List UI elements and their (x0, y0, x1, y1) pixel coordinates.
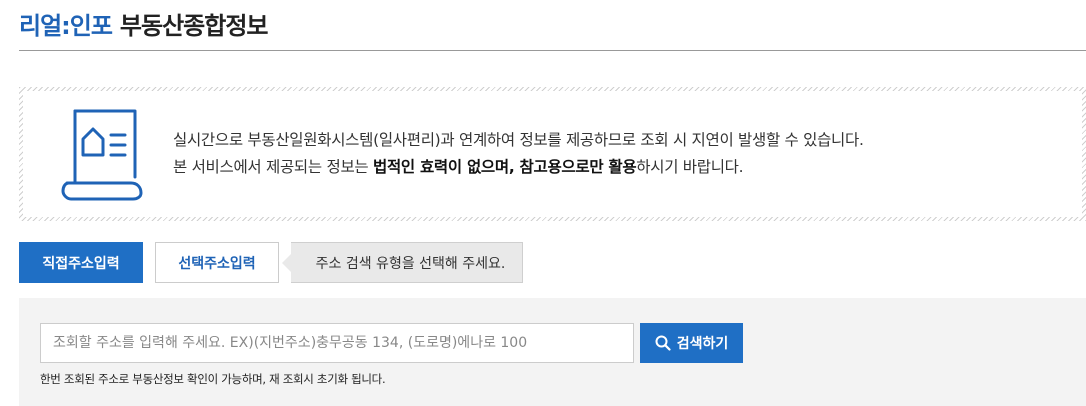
notice-line-2: 본 서비스에서 제공되는 정보는 법적인 효력이 없으며, 참고용으로만 활용하… (173, 154, 864, 181)
notice-line-1: 실시간으로 부동산일원화시스템(일사편리)과 연계하여 정보를 제공하므로 조회… (173, 131, 864, 149)
search-type-tabs: 직접주소입력 선택주소입력 주소 검색 유형을 선택해 주세요. (19, 242, 523, 283)
notice-line-2-suffix: 하시기 바랍니다. (636, 158, 744, 176)
notice-inner: 실시간으로 부동산일원화시스템(일사편리)과 연계하여 정보를 제공하므로 조회… (23, 91, 1082, 217)
document-home-icon (61, 109, 143, 201)
brand-logo[interactable]: 리얼:인포 (19, 6, 113, 41)
header-divider (19, 50, 1086, 51)
tab-hint-tooltip: 주소 검색 유형을 선택해 주세요. (282, 242, 523, 283)
notice-line-2-prefix: 본 서비스에서 제공되는 정보는 (173, 158, 373, 176)
tab-hint-text: 주소 검색 유형을 선택해 주세요. (315, 255, 506, 272)
notice-line-2-emphasis: 법적인 효력이 없으며, 참고용으로만 활용 (373, 158, 637, 176)
tab-select-address[interactable]: 선택주소입력 (155, 242, 279, 283)
tab-direct-address[interactable]: 직접주소입력 (19, 242, 143, 283)
search-panel: 검색하기 한번 조회된 주소로 부동산정보 확인이 가능하며, 재 조회시 초기… (19, 298, 1086, 406)
page-title: 부동산종합정보 (119, 11, 269, 40)
tooltip-arrow (282, 254, 291, 272)
search-button[interactable]: 검색하기 (640, 323, 743, 363)
search-note: 한번 조회된 주소로 부동산정보 확인이 가능하며, 재 조회시 초기화 됩니다… (40, 372, 386, 386)
address-search-input[interactable] (40, 323, 634, 363)
page-header: 리얼:인포 부동산종합정보 (19, 6, 269, 41)
notice-box: 실시간으로 부동산일원화시스템(일사편리)과 연계하여 정보를 제공하므로 조회… (19, 87, 1086, 221)
notice-text: 실시간으로 부동산일원화시스템(일사편리)과 연계하여 정보를 제공하므로 조회… (173, 127, 864, 181)
search-icon (655, 335, 671, 351)
search-button-label: 검색하기 (676, 336, 729, 352)
